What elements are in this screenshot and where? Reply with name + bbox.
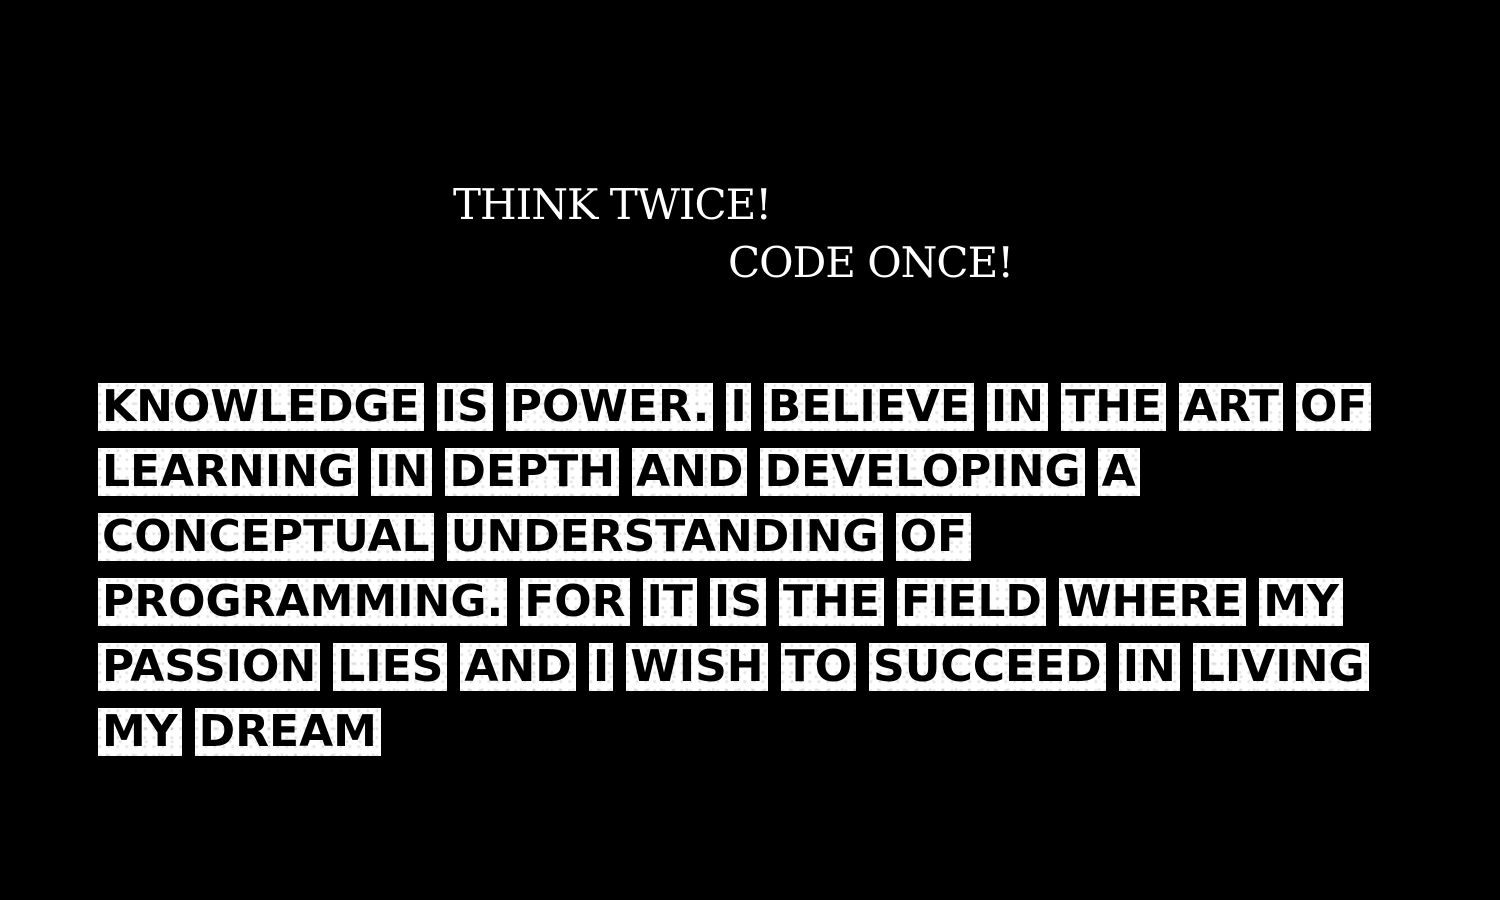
statement-word: PROGRAMMING. bbox=[98, 578, 507, 626]
statement-word: WISH bbox=[626, 643, 767, 691]
statement-word: FOR bbox=[520, 578, 629, 626]
statement-word: IN bbox=[987, 383, 1048, 431]
statement-line: LEARNING IN DEPTH AND DEVELOPING A bbox=[98, 448, 1458, 513]
statement-word: MY bbox=[1259, 578, 1343, 626]
statement-word: LIES bbox=[333, 643, 447, 691]
statement-line: MY DREAM bbox=[98, 708, 1458, 773]
statement-word: I bbox=[726, 383, 750, 431]
statement-word: CONCEPTUAL bbox=[98, 513, 434, 561]
statement-word: IN bbox=[1119, 643, 1180, 691]
statement-word: DREAM bbox=[195, 708, 381, 756]
mission-statement: KNOWLEDGE IS POWER. I BELIEVE IN THE ART OF LEAR… bbox=[98, 383, 1458, 773]
statement-word: LEARNING bbox=[98, 448, 358, 496]
statement-word: POWER. bbox=[506, 383, 714, 431]
statement-word: IS bbox=[437, 383, 493, 431]
statement-word: AND bbox=[460, 643, 575, 691]
statement-word: THE bbox=[779, 578, 884, 626]
statement-word: OF bbox=[1296, 383, 1371, 431]
statement-line: KNOWLEDGE IS POWER. I BELIEVE IN THE ART OF bbox=[98, 383, 1458, 448]
statement-word: OF bbox=[896, 513, 971, 561]
statement-word: WHERE bbox=[1059, 578, 1246, 626]
statement-line: PROGRAMMING. FOR IT IS THE FIELD WHERE MY bbox=[98, 578, 1458, 643]
statement-word: I bbox=[589, 643, 613, 691]
statement-word: UNDERSTANDING bbox=[447, 513, 883, 561]
statement-word: MY bbox=[98, 708, 182, 756]
statement-word: TO bbox=[781, 643, 856, 691]
slogan-think-twice: THINK TWICE! bbox=[453, 180, 772, 229]
statement-word: DEPTH bbox=[445, 448, 619, 496]
slogan-code-once: CODE ONCE! bbox=[728, 238, 1014, 287]
statement-word: AND bbox=[632, 448, 747, 496]
statement-word: BELIEVE bbox=[764, 383, 974, 431]
statement-word: PASSION bbox=[98, 643, 320, 691]
statement-word: SUCCEED bbox=[869, 643, 1106, 691]
statement-word: IN bbox=[371, 448, 432, 496]
statement-line: PASSION LIES AND I WISH TO SUCCEED IN LIVING bbox=[98, 643, 1458, 708]
statement-word: THE bbox=[1061, 383, 1166, 431]
statement-word: ART bbox=[1179, 383, 1283, 431]
statement-line: CONCEPTUAL UNDERSTANDING OF bbox=[98, 513, 1458, 578]
page: THINK TWICE! CODE ONCE! KNOWLEDGE IS POWER… bbox=[0, 0, 1500, 900]
statement-word: LIVING bbox=[1193, 643, 1369, 691]
statement-word: IT bbox=[643, 578, 697, 626]
statement-word: IS bbox=[710, 578, 766, 626]
statement-word: DEVELOPING bbox=[760, 448, 1084, 496]
statement-word: FIELD bbox=[897, 578, 1046, 626]
statement-word: A bbox=[1098, 448, 1140, 496]
statement-word: KNOWLEDGE bbox=[98, 383, 424, 431]
